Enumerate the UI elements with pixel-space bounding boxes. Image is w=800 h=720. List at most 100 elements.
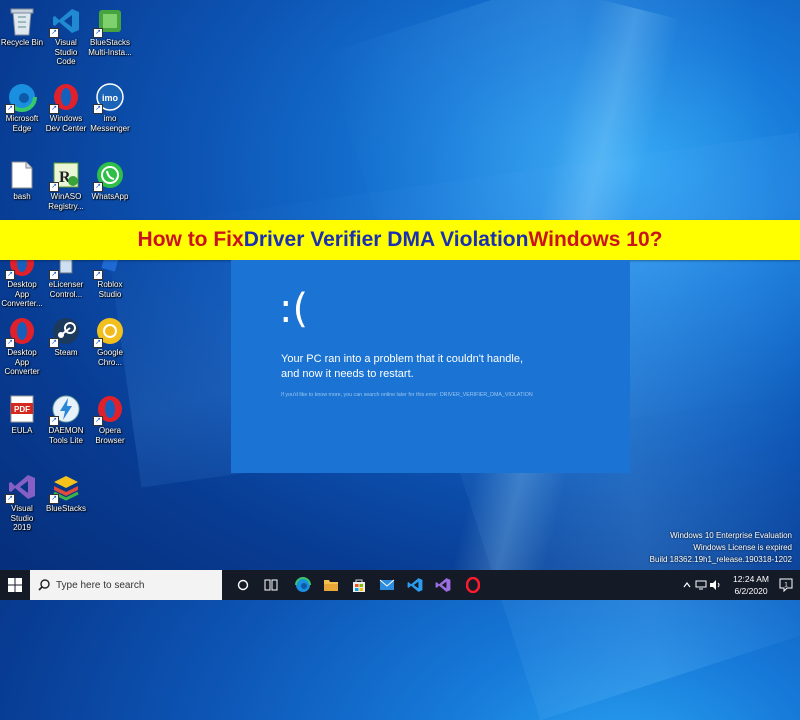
search-placeholder: Type here to search	[56, 579, 145, 591]
desktop-icon-label: imo Messenger	[90, 114, 130, 133]
svg-text:imo: imo	[102, 93, 119, 103]
visual-studio-icon: ↗	[5, 472, 37, 504]
stop-code-text: If you'd like to know more, you can sear…	[281, 392, 533, 398]
taskbar-file-explorer-button[interactable]	[320, 570, 342, 600]
desktop-icon-windows-dev-center[interactable]: ↗ Windows Dev Center	[44, 82, 88, 133]
vscode-icon	[407, 578, 423, 592]
notification-icon: 1	[779, 578, 793, 592]
desktop-icon-label: Opera Browser	[95, 426, 125, 445]
desktop-icon-label: Desktop App Converter...	[1, 280, 43, 308]
network-monitor-icon	[695, 580, 707, 590]
banner-text-suffix: Windows 10?	[528, 228, 663, 251]
desktop-icon-daemon-tools-lite[interactable]: ↗ DAEMON Tools Lite	[44, 394, 88, 445]
start-button[interactable]	[0, 570, 30, 600]
desktop-icon-label: WinASO Registry...	[48, 192, 84, 211]
desktop-icon-label: BlueStacks Multi-Insta...	[88, 38, 132, 57]
desktop-icon-label: Visual Studio Code	[54, 38, 78, 66]
desktop-icon-label: bash	[13, 192, 31, 201]
store-bag-icon	[353, 579, 365, 592]
windows-logo-icon	[8, 578, 22, 592]
desktop-icon-bluestacks[interactable]: ↗ BlueStacks	[44, 472, 88, 514]
speaker-icon	[710, 580, 720, 590]
desktop-icon-bash[interactable]: bash	[0, 160, 44, 202]
notification-count: 1	[784, 582, 788, 589]
desktop-icon-steam[interactable]: ↗ Steam	[44, 316, 88, 358]
action-center-button[interactable]: 1	[776, 570, 796, 600]
desktop-icon-label: Steam	[54, 348, 78, 357]
error-message-line: Your PC ran into a problem that it could…	[281, 353, 524, 365]
desktop-icon-label: Visual Studio 2019	[10, 504, 34, 532]
recycle-bin-icon	[7, 6, 37, 36]
desktop-icon-imo-messenger[interactable]: imo ↗ imo Messenger	[88, 82, 132, 133]
banner-text-error-name: Driver Verifier DMA Violation	[243, 228, 529, 251]
bluestacks-icon: ↗	[49, 472, 81, 504]
taskbar: Type here to search 12:24 AM 6/2/2020 1	[0, 570, 800, 600]
desktop-icon-microsoft-edge[interactable]: ↗ Microsoft Edge	[0, 82, 44, 133]
desktop-icon-label: Recycle Bin	[0, 38, 44, 47]
desktop-icon-label: Windows Dev Center	[45, 114, 87, 133]
desktop-icon-label: eLicenser Control...	[48, 280, 84, 299]
steam-icon: ↗	[49, 316, 81, 348]
desktop-icon-bluestacks-multi-instance[interactable]: ↗ BlueStacks Multi-Insta...	[88, 6, 132, 57]
taskbar-opera-button[interactable]	[462, 570, 484, 600]
taskbar-visual-studio-button[interactable]	[432, 570, 454, 600]
cortana-button[interactable]	[232, 570, 254, 600]
desktop-icon-label: EULA	[11, 426, 33, 435]
desktop-icon-winaso-registry[interactable]: R ↗ WinASO Registry...	[44, 160, 88, 211]
desktop-icon-label: Google Chro...	[97, 348, 123, 367]
desktop-icon-recycle-bin[interactable]: Recycle Bin	[0, 6, 44, 48]
sad-face: :(	[279, 286, 309, 332]
bluestacks-multi-icon: ↗	[93, 6, 125, 38]
opera-icon: ↗	[5, 316, 37, 348]
desktop-icon-google-chrome[interactable]: ↗ Google Chro...	[88, 316, 132, 367]
mail-icon	[379, 579, 395, 590]
edge-icon	[295, 577, 311, 592]
chevron-up-icon	[683, 582, 691, 588]
file-icon	[7, 160, 37, 190]
clock-time: 12:24 AM	[733, 574, 769, 584]
pdf-icon: PDF	[7, 394, 37, 424]
search-icon	[38, 579, 50, 591]
banner-text-prefix: How to Fix	[137, 228, 244, 251]
error-message: Your PC ran into a problem that it could…	[281, 352, 611, 382]
desktop-icon-visual-studio-2019[interactable]: ↗ Visual Studio 2019	[0, 472, 44, 533]
imo-icon: imo ↗	[93, 82, 125, 114]
task-view-icon	[264, 579, 278, 591]
clock-date: 6/2/2020	[734, 586, 768, 596]
desktop-icon-label: DAEMON Tools Lite	[48, 426, 84, 445]
taskbar-edge-button[interactable]	[292, 570, 314, 600]
daemon-tools-icon: ↗	[49, 394, 81, 426]
desktop-icon-vscode[interactable]: ↗ Visual Studio Code	[44, 6, 88, 67]
windows-license-watermark: Windows 10 Enterprise Evaluation Windows…	[650, 530, 792, 566]
blue-screen-panel: :( Your PC ran into a problem that it co…	[231, 260, 630, 473]
taskbar-vscode-button[interactable]	[404, 570, 426, 600]
folder-icon	[324, 580, 338, 591]
taskbar-clock[interactable]: 12:24 AM 6/2/2020	[726, 573, 776, 597]
desktop-icon-label: Desktop App Converter	[4, 348, 40, 376]
cortana-circle-icon	[237, 579, 249, 591]
desktop-icon-whatsapp[interactable]: ↗ WhatsApp	[88, 160, 132, 202]
taskbar-mail-button[interactable]	[376, 570, 398, 600]
opera-icon	[466, 577, 480, 593]
task-view-button[interactable]	[260, 570, 282, 600]
taskbar-store-button[interactable]	[348, 570, 370, 600]
desktop-icon-opera-browser[interactable]: ↗ Opera Browser	[88, 394, 132, 445]
watermark-line: Windows 10 Enterprise Evaluation	[670, 531, 792, 540]
watermark-line: Windows License is expired	[693, 543, 792, 552]
taskbar-search-box[interactable]: Type here to search	[30, 570, 222, 600]
desktop-icon-label: Microsoft Edge	[5, 114, 39, 133]
desktop-icon-eula[interactable]: PDF EULA	[0, 394, 44, 436]
opera-icon: ↗	[49, 82, 81, 114]
desktop-icon-label: Roblox Studio	[97, 280, 123, 299]
error-message-line: and now it needs to restart.	[281, 368, 414, 380]
desktop-icon-label: WhatsApp	[91, 192, 129, 201]
desktop-icon-desktop-app-converter-2[interactable]: ↗ Desktop App Converter	[0, 316, 44, 377]
watermark-line: Build 18362.19h1_release.190318-1202	[649, 555, 792, 564]
desktop-icon-label: BlueStacks	[45, 504, 87, 513]
show-hidden-icons-button[interactable]	[680, 570, 694, 600]
network-button[interactable]	[694, 570, 708, 600]
volume-button[interactable]	[708, 570, 722, 600]
vscode-icon: ↗	[49, 6, 81, 38]
visual-studio-icon	[435, 578, 451, 592]
winaso-icon: R ↗	[49, 160, 81, 192]
